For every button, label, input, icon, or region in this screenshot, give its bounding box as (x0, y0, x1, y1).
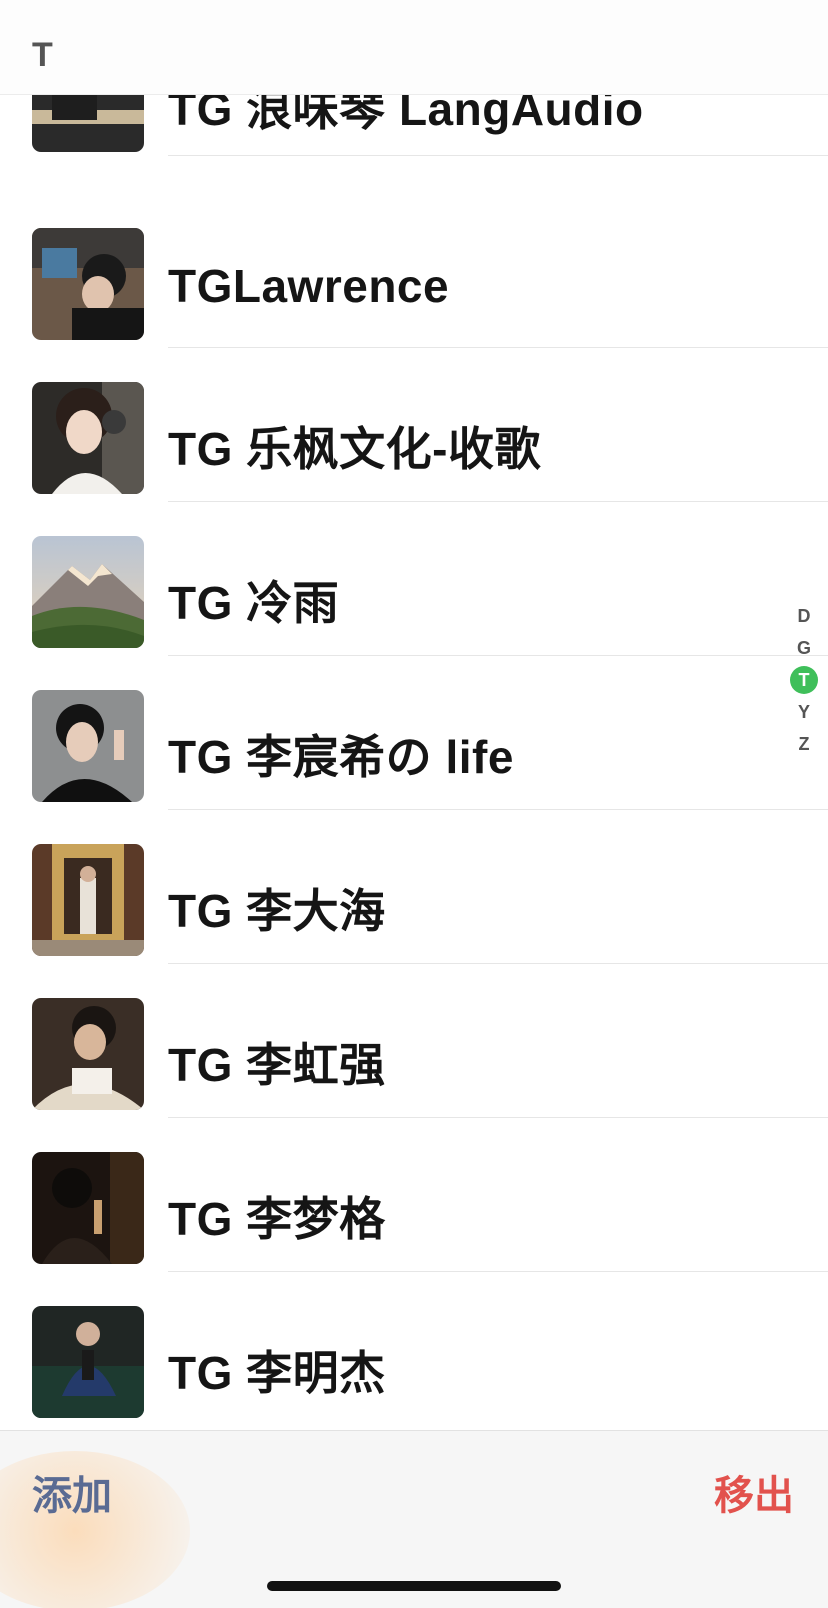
avatar (32, 382, 144, 494)
list-item[interactable]: TG 李大海 (0, 810, 828, 964)
contact-name: TG 李明杰 (168, 1347, 386, 1399)
contact-list[interactable]: TG 浪味琴 LangAudio TGLawrence TG 乐枫文化-收歌 T… (0, 95, 828, 1430)
contact-name: TGLawrence (168, 260, 450, 312)
list-item[interactable]: TG 冷雨 (0, 502, 828, 656)
avatar (32, 1306, 144, 1418)
alphabet-index[interactable]: D G T Y Z (790, 602, 826, 762)
contact-name: TG 李宸希の life (168, 731, 514, 783)
section-letter: T (32, 36, 53, 74)
contact-name: TG 浪味琴 LangAudio (168, 95, 644, 135)
index-letter-g[interactable]: G (790, 634, 818, 662)
add-button[interactable]: 添加 (32, 1463, 112, 1521)
avatar (32, 95, 144, 152)
index-letter-z[interactable]: Z (790, 730, 818, 758)
list-item[interactable]: TG 李明杰 (0, 1272, 828, 1426)
contact-name: TG 李梦格 (168, 1193, 386, 1245)
list-item[interactable]: TG 李梦格 (0, 1118, 828, 1272)
contact-name: TG 冷雨 (168, 577, 340, 629)
index-letter-t[interactable]: T (790, 666, 818, 694)
bottom-toolbar: 添加 移出 (0, 1430, 828, 1608)
list-item[interactable]: TG 李宸希の life (0, 656, 828, 810)
list-item[interactable]: TG 李虹强 (0, 964, 828, 1118)
list-item[interactable]: TG 浪味琴 LangAudio (0, 95, 828, 194)
avatar (32, 536, 144, 648)
home-indicator[interactable] (267, 1581, 561, 1591)
section-header: T (0, 0, 828, 95)
remove-button[interactable]: 移出 (714, 1463, 794, 1521)
avatar (32, 228, 144, 340)
avatar (32, 998, 144, 1110)
contact-name: TG 李大海 (168, 885, 386, 937)
contact-name: TG 李虹强 (168, 1039, 386, 1091)
avatar (32, 1152, 144, 1264)
row-divider (168, 155, 828, 156)
avatar (32, 844, 144, 956)
index-letter-y[interactable]: Y (790, 698, 818, 726)
contact-name: TG 乐枫文化-收歌 (168, 423, 541, 475)
list-item[interactable]: TG 乐枫文化-收歌 (0, 348, 828, 502)
list-item[interactable]: TGLawrence (0, 194, 828, 348)
index-letter-d[interactable]: D (790, 602, 818, 630)
avatar (32, 690, 144, 802)
